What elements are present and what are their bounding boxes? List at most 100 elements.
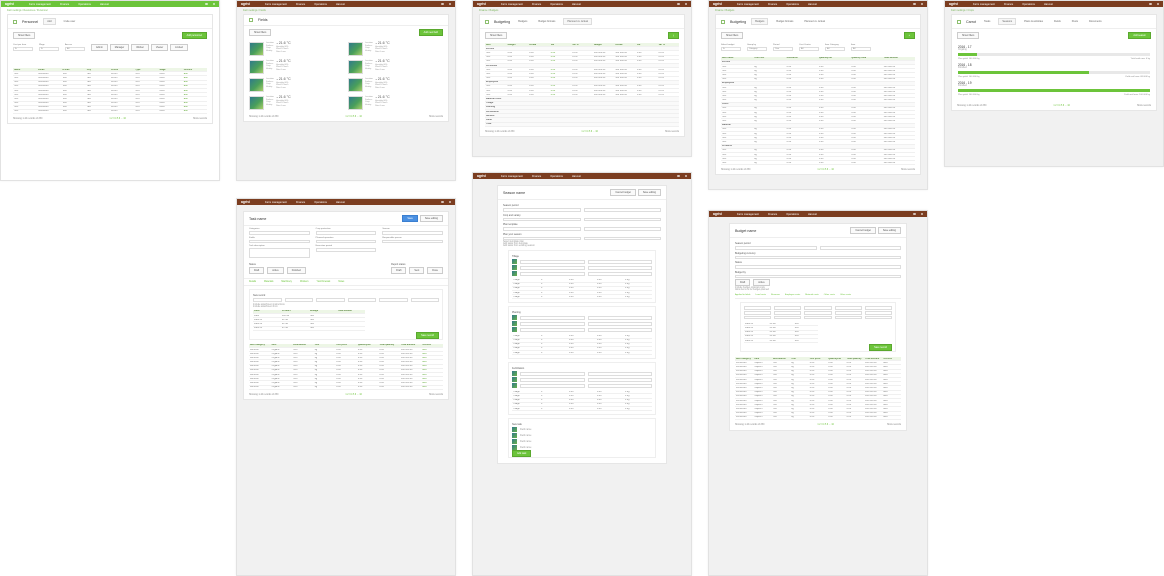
filter-field[interactable]: Group by Category	[747, 44, 767, 51]
material-input[interactable]	[284, 298, 313, 302]
season-card[interactable]: 2016 - 17 Ongoing Plan yield: 100 000 kg Yi…	[958, 45, 1150, 60]
task-row[interactable]	[512, 259, 652, 265]
field-card[interactable]: Location: Surface: Crop: Variety: ☁ 21.6 °C H…	[348, 59, 443, 74]
save-record-button[interactable]: Save record	[869, 344, 892, 352]
filter-cost[interactable]: Cost per hour Fr	[13, 44, 33, 51]
budget-tab[interactable]: Applied to fields	[735, 294, 750, 296]
plan-input[interactable]	[503, 217, 581, 222]
material-field[interactable]	[253, 298, 282, 302]
budget-tab[interactable]: Material costs	[805, 294, 819, 296]
record-input[interactable]	[804, 315, 832, 320]
filter-field[interactable]: Period Year	[773, 44, 793, 51]
task-tab[interactable]: Workers	[300, 281, 309, 283]
budget-input[interactable]	[735, 255, 901, 260]
task-input[interactable]	[520, 377, 585, 382]
filter-field[interactable]: Item All	[851, 44, 871, 51]
nav-item[interactable]: Finance	[60, 3, 69, 6]
plan-input[interactable]	[583, 227, 661, 231]
filter-field[interactable]: Select budget Fr	[721, 44, 741, 51]
record-input[interactable]	[834, 315, 862, 320]
user-icon[interactable]	[212, 2, 215, 6]
task-row[interactable]	[512, 371, 652, 377]
new-task-row[interactable]: Field name	[512, 445, 652, 451]
breadcrumb[interactable]: Finance / Budgets	[473, 7, 691, 14]
filter-value[interactable]: All	[799, 47, 819, 51]
pagination[interactable]: 1 2 3 4 5 6 ... 10	[109, 118, 126, 120]
form-field[interactable]: Categories	[249, 228, 310, 235]
save-editing-button[interactable]: Save editing	[419, 215, 443, 222]
budget-input[interactable]	[735, 265, 901, 269]
tab-add[interactable]: Add	[43, 18, 56, 25]
task-input[interactable]	[520, 266, 585, 270]
pagination[interactable]: 1 2 3 4 5 6 ... 10	[817, 424, 834, 426]
budget-tab[interactable]: Other costs	[840, 294, 851, 296]
material-field[interactable]	[379, 298, 408, 302]
field-card[interactable]: Location: Surface: Crop: Variety: ☁ 21.6 °C H…	[348, 77, 443, 92]
bell-icon[interactable]	[205, 2, 208, 6]
material-field[interactable]	[284, 298, 313, 302]
task-input[interactable]	[587, 266, 652, 270]
task-row[interactable]	[512, 377, 652, 383]
task-row[interactable]	[512, 265, 652, 271]
material-input[interactable]	[379, 298, 408, 302]
task-input[interactable]	[587, 322, 652, 326]
record-input[interactable]	[744, 306, 772, 310]
tab-formats[interactable]: Budget formats	[535, 19, 558, 24]
show-filters-button[interactable]: Show filters	[13, 32, 36, 39]
nav-item[interactable]: Operations	[78, 3, 91, 6]
breadcrumb[interactable]: Farm settings / Fields	[237, 7, 455, 14]
task-input[interactable]	[587, 272, 652, 276]
form-field[interactable]: Responsible person	[382, 237, 443, 244]
plan-input[interactable]	[503, 236, 581, 241]
task-row[interactable]	[512, 271, 652, 277]
budget-input[interactable]	[735, 274, 901, 279]
field-card[interactable]: Location: Surface: Crop: Variety: ☁ 21.6 °C H…	[249, 95, 344, 110]
task-input[interactable]	[520, 316, 585, 320]
season-card[interactable]: 2016 - 19 Finished Plan yield: 100 000 kg Y…	[958, 81, 1150, 96]
task-input[interactable]	[587, 377, 652, 382]
filter-field[interactable]: Item Category All	[825, 44, 845, 51]
plan-input[interactable]	[583, 236, 661, 241]
status-option[interactable]: Draft	[735, 279, 751, 287]
task-input[interactable]	[587, 371, 652, 376]
record-input[interactable]	[864, 310, 893, 315]
add-budget-button[interactable]: +	[903, 32, 915, 39]
form-field[interactable]: Crop protection	[315, 228, 377, 235]
task-input[interactable]	[520, 371, 585, 376]
filter-value[interactable]: All	[851, 47, 871, 51]
record-input[interactable]	[774, 306, 802, 310]
record-input[interactable]	[864, 315, 893, 320]
field-input[interactable]	[249, 239, 310, 244]
record-input[interactable]	[804, 306, 832, 310]
budget-tab[interactable]: Other costs	[824, 294, 835, 296]
add-task-button[interactable]: Add task	[512, 450, 532, 458]
plan-checkbox[interactable]: Add tasks from existing season	[503, 245, 661, 247]
filter-value[interactable]: Category	[747, 47, 767, 51]
material-input[interactable]	[316, 298, 345, 302]
record-input[interactable]	[834, 306, 862, 310]
field-input[interactable]	[382, 231, 443, 235]
material-field[interactable]	[410, 298, 439, 302]
field-input[interactable]	[315, 248, 377, 252]
field-card[interactable]: Location: Surface: Crop: Variety: ☁ 21.6 °C H…	[348, 95, 443, 110]
field-card[interactable]: Location: Surface: Crop: Variety: ☁ 21.6 °C H…	[249, 41, 344, 56]
record-input[interactable]	[804, 310, 832, 315]
field-input[interactable]	[249, 231, 310, 235]
new-task-row[interactable]: Field name	[512, 433, 652, 439]
add-season-button[interactable]: Add season	[1128, 32, 1151, 39]
task-tab[interactable]: Materials	[264, 281, 273, 283]
material-field[interactable]	[347, 298, 376, 302]
task-input[interactable]	[520, 328, 585, 332]
form-field[interactable]: Fields	[249, 237, 310, 244]
records-select[interactable]: Show records	[887, 424, 901, 426]
task-row[interactable]	[512, 321, 652, 327]
add-personnel-button[interactable]: Add personnel	[181, 32, 207, 39]
task-row[interactable]	[512, 327, 652, 333]
tab-invite[interactable]: Invite user	[61, 19, 79, 24]
breadcrumb[interactable]: Farm settings / Resources / Personnel	[1, 7, 219, 14]
new-task-row[interactable]: Field name	[512, 439, 652, 445]
task-input[interactable]	[520, 260, 585, 264]
nav-item[interactable]: Harvest	[100, 3, 109, 6]
task-input[interactable]	[520, 322, 585, 326]
add-field-button[interactable]: Add new field	[418, 29, 443, 36]
